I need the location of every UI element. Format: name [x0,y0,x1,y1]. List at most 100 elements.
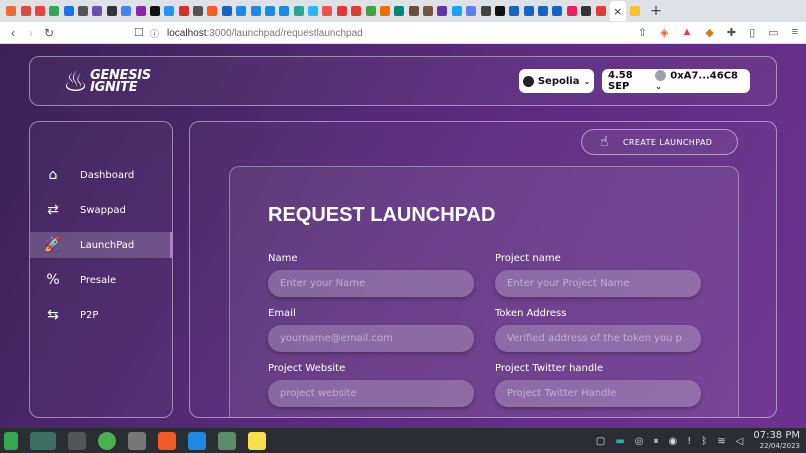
tab-favicon-icon[interactable] [423,6,434,16]
new-tab-button[interactable]: + [650,3,662,19]
tab-favicon-icon[interactable] [207,6,218,16]
tab-favicon-icon[interactable] [595,6,606,16]
tab-favicon-icon[interactable] [408,6,419,16]
project-website-input[interactable] [268,380,474,407]
tab-favicon-icon[interactable] [106,6,117,16]
xapp-taskbar-icon[interactable] [128,431,146,450]
sidebar-item-launchpad[interactable]: 🚀 LaunchPad [30,232,172,258]
network-selector-button[interactable]: Sepolia ⌄ [519,69,594,93]
tab-favicon-icon[interactable] [523,6,534,16]
reload-icon[interactable]: ↻ [40,26,58,40]
url-bar[interactable]: ⓘ localhost:3000/launchpad/requestlaunch… [150,22,363,44]
extensions-icon[interactable]: ✚ [727,26,736,39]
tab-favicon-icon[interactable] [629,6,640,16]
tab-favicon-icon[interactable] [149,6,160,16]
tab-favicon-icon[interactable] [164,6,175,16]
token-address-input[interactable] [495,325,701,352]
tab-favicon-icon[interactable] [394,6,405,16]
tab-favicon-icon[interactable] [78,6,89,16]
tab-favicon-icon[interactable] [538,6,549,16]
tab-favicon-icon[interactable] [552,6,563,16]
tab-favicon-icon[interactable] [351,6,362,16]
sidebar-item-p2p[interactable]: ⇆ P2P [30,302,172,328]
sidebar-item-swappad[interactable]: ⇄ Swappad [30,197,172,223]
create-launchpad-label: CREATE LAUNCHPAD [622,137,713,147]
tab-favicon-icon[interactable] [451,6,462,16]
tab-favicon-icon[interactable] [279,6,290,16]
update-icon[interactable]: ◎ [635,436,644,447]
tab-close-icon[interactable]: × [609,1,626,21]
window-icon[interactable]: ▢ [596,436,605,447]
wallet-icon[interactable]: ▭ [768,26,778,39]
display-icon[interactable]: ▬ [615,436,624,447]
tab-favicon-icon[interactable] [466,6,477,16]
tab-favicon-icon[interactable] [336,6,347,16]
pause-icon[interactable]: ⏸ [654,436,659,447]
project-twitter-input[interactable] [495,380,701,407]
vscode-taskbar-icon[interactable] [188,431,206,450]
tab-favicon-icon[interactable] [135,6,146,16]
wifi-icon[interactable]: ≋ [717,436,725,447]
genesis-ignite-logo[interactable]: ♨ GENESIS IGNITE [63,63,151,101]
sidebar-item-label: LaunchPad [80,239,135,251]
metamask-icon[interactable]: ◆ [705,26,713,39]
clock-time: 07:38 PM [753,430,800,441]
brave-rewards-icon[interactable]: ▲ [682,26,693,39]
back-icon[interactable]: ‹ [4,26,22,40]
tab-favicon-icon[interactable] [49,6,60,16]
forward-icon[interactable]: › [22,26,40,40]
app-menu-icon[interactable] [4,431,18,450]
tab-favicon-icon[interactable] [494,6,505,16]
notes-taskbar-icon[interactable] [248,431,266,450]
tab-favicon-icon[interactable] [379,6,390,16]
sidebar-item-presale[interactable]: % Presale [30,267,172,293]
tab-favicon-icon[interactable] [480,6,491,16]
tab-favicon-icon[interactable] [20,6,31,16]
tab-favicon-icon[interactable] [6,6,17,16]
sidebar-item-dashboard[interactable]: ⌂ Dashboard [30,162,172,188]
tab-favicon-icon[interactable] [566,6,577,16]
tab-favicon-icon[interactable] [365,6,376,16]
url-path: :3000/launchpad/requestlaunchpad [206,27,363,39]
tab-favicon-icon[interactable] [322,6,333,16]
tab-favicon-icon[interactable] [221,6,232,16]
sidebar-toggle-icon[interactable]: ▯ [749,26,755,39]
tab-favicon-icon[interactable] [264,6,275,16]
share-icon[interactable]: ⇧ [638,26,647,39]
network-shield-icon[interactable]: ◉ [669,436,678,447]
tab-favicon-icon[interactable] [63,6,74,16]
volume-icon[interactable]: ◁ [736,436,744,447]
tab-favicon-icon[interactable] [193,6,204,16]
wallet-account-button[interactable]: 4.58 SEP 0xA7...46C8 ⌄ [602,69,750,93]
clock[interactable]: 07:38 PM 22/04/2023 [753,431,800,451]
create-launchpad-button[interactable]: ☝ CREATE LAUNCHPAD [581,129,738,155]
p2p-icon: ⇆ [47,307,59,323]
info-icon[interactable]: ⓘ [150,27,159,40]
bluetooth-icon[interactable]: ᛒ [701,436,707,447]
bookmark-icon[interactable]: ☐ [134,26,144,39]
tab-favicon-icon[interactable] [92,6,103,16]
notification-icon[interactable]: ! [687,436,691,447]
browser-tab-strip: × + [0,0,806,22]
tab-favicon-icon[interactable] [236,6,247,16]
download-taskbar-icon[interactable] [98,431,116,450]
tab-favicon-icon[interactable] [509,6,520,16]
name-input[interactable] [268,270,474,297]
tab-favicon-icon[interactable] [34,6,45,16]
tab-favicon-icon[interactable] [178,6,189,16]
image-viewer-taskbar-icon[interactable] [218,431,236,450]
brave-taskbar-icon[interactable] [158,431,176,450]
chevron-down-icon: ⌄ [655,82,662,92]
tab-favicon-icon[interactable] [250,6,261,16]
tab-favicon-icon[interactable] [121,6,132,16]
menu-icon[interactable]: ≡ [792,26,798,39]
brave-shield-icon[interactable]: ◈ [660,26,668,39]
email-input[interactable] [268,325,474,352]
tab-favicon-icon[interactable] [293,6,304,16]
project-name-input[interactable] [495,270,701,297]
files-taskbar-icon[interactable] [30,431,56,450]
terminal-taskbar-icon[interactable] [68,431,86,450]
tab-favicon-icon[interactable] [437,6,448,16]
tab-favicon-icon[interactable] [308,6,319,16]
tab-favicon-icon[interactable] [581,6,592,16]
